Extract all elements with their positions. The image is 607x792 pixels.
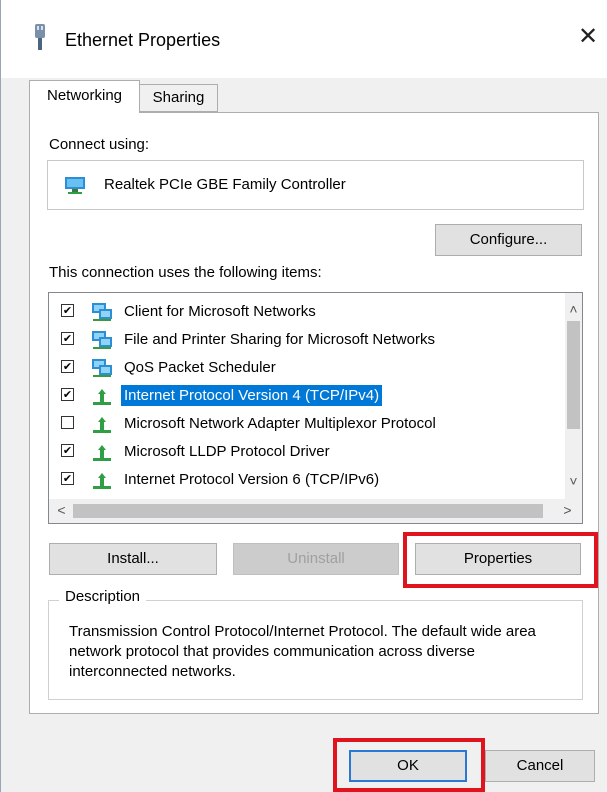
description-text: Transmission Control Protocol/Internet P… [69,623,536,680]
item-label: File and Printer Sharing for Microsoft N… [124,331,435,348]
item-label: Microsoft LLDP Protocol Driver [124,443,330,460]
list-item[interactable]: Client for Microsoft Networks [49,299,569,325]
list-item[interactable]: Microsoft Network Adapter Multiplexor Pr… [49,411,569,437]
protocol-icon [93,473,111,489]
protocol-icon [93,417,111,433]
item-checkbox[interactable] [61,304,74,317]
vertical-scrollbar[interactable]: ˄ ˅ [565,293,582,499]
close-button[interactable]: ✕ [573,22,603,52]
item-label: Microsoft Network Adapter Multiplexor Pr… [124,415,436,432]
title-bar: Ethernet Properties ✕ [1,0,607,78]
scroll-up-icon[interactable]: ˄ [565,301,582,317]
tab-networking[interactable]: Networking [29,80,140,113]
item-label: Internet Protocol Version 6 (TCP/IPv6) [124,471,380,488]
list-item[interactable]: Internet Protocol Version 4 (TCP/IPv4) [49,383,569,409]
ethernet-plug-icon [35,24,45,50]
item-checkbox[interactable] [61,360,74,373]
network-client-icon [92,303,112,321]
adapter-field: Realtek PCIe GBE Family Controller [47,160,584,210]
install-button[interactable]: Install... [49,543,217,575]
uninstall-button: Uninstall [233,543,399,575]
properties-button[interactable]: Properties [415,543,581,575]
vertical-scroll-thumb[interactable] [567,321,580,429]
scroll-down-icon[interactable]: ˅ [565,473,582,489]
ethernet-properties-dialog: Ethernet Properties ✕ Networking Sharing… [0,0,607,792]
adapter-name: Realtek PCIe GBE Family Controller [104,176,346,193]
item-checkbox[interactable] [61,472,74,485]
network-adapter-icon [65,177,85,194]
horizontal-scrollbar[interactable]: < > [49,499,582,523]
description-title: Description [59,588,147,605]
network-service-icon [92,331,112,349]
list-item[interactable]: Internet Protocol Version 6 (TCP/IPv6) [49,467,569,493]
item-label: QoS Packet Scheduler [124,359,276,376]
protocol-icon [93,389,111,405]
cancel-button[interactable]: Cancel [485,750,595,782]
protocol-icon [93,445,111,461]
item-checkbox[interactable] [61,332,74,345]
item-checkbox[interactable] [61,444,74,457]
item-checkbox[interactable] [61,416,74,429]
horizontal-scroll-thumb[interactable] [73,504,543,518]
item-label: Internet Protocol Version 4 (TCP/IPv4) [121,385,383,406]
scroll-right-icon[interactable]: > [559,502,576,518]
connect-using-label: Connect using: [49,136,150,153]
item-checkbox[interactable] [61,388,74,401]
item-label: Client for Microsoft Networks [124,303,316,320]
list-item[interactable]: File and Printer Sharing for Microsoft N… [49,327,569,353]
ok-button[interactable]: OK [349,750,467,782]
list-item[interactable]: Microsoft LLDP Protocol Driver [49,439,569,465]
items-label: This connection uses the following items… [49,264,322,281]
list-item[interactable]: QoS Packet Scheduler [49,355,569,381]
scroll-left-icon[interactable]: < [53,502,70,518]
configure-button[interactable]: Configure... [435,224,582,256]
tab-sharing[interactable]: Sharing [140,84,218,112]
network-service-icon [92,359,112,377]
components-list[interactable]: Client for Microsoft Networks File and P… [48,292,583,524]
window-title: Ethernet Properties [65,30,221,50]
